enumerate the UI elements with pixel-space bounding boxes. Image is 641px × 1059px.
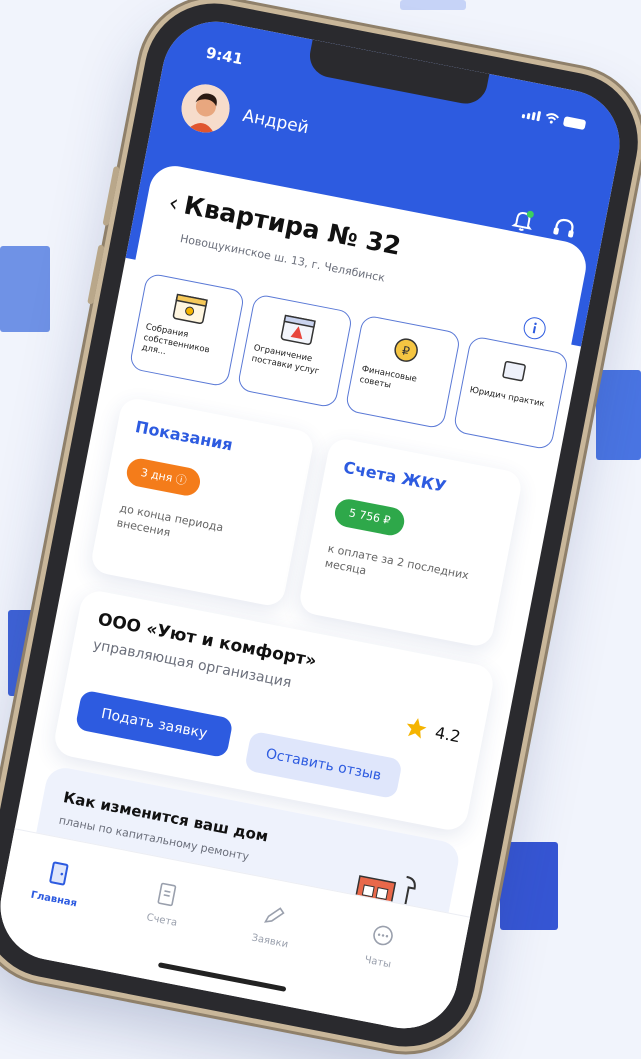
nav-home[interactable]: Главная xyxy=(14,853,101,912)
nav-bills[interactable]: Счета xyxy=(121,874,208,933)
nav-chats[interactable]: Чаты xyxy=(337,916,424,975)
law-icon xyxy=(502,360,526,382)
tile-service-limits[interactable]: Ограничение поставки услуг xyxy=(236,293,354,409)
info-icon[interactable] xyxy=(521,315,548,342)
clock-icon: ⓘ xyxy=(174,472,188,488)
tile-legal-practice[interactable]: Юридич практик xyxy=(452,335,570,451)
wifi-icon xyxy=(545,113,560,124)
bills-note: к оплате за 2 последних месяца xyxy=(323,541,470,583)
nav-label: Счета xyxy=(145,912,179,929)
tile-label: Собрания собственников для... xyxy=(140,322,211,358)
chevron-left-icon[interactable]: ‹ xyxy=(166,188,181,217)
tile-financial-tips[interactable]: ₽ Финансовые советы xyxy=(344,314,462,430)
tile-label: Юридич практик xyxy=(468,385,546,410)
nav-label: Чаты xyxy=(363,954,392,971)
tile-label: Ограничение поставки услуг xyxy=(250,343,320,377)
nav-label: Заявки xyxy=(250,932,290,951)
nav-label: Главная xyxy=(29,889,78,910)
tile-owners-meetings[interactable]: Собрания собственников для... xyxy=(128,272,246,388)
bg-square-top xyxy=(400,0,466,10)
bills-title: Счета ЖКУ xyxy=(341,457,448,497)
door-icon xyxy=(49,861,69,886)
chat-icon xyxy=(373,925,393,946)
bg-square-right xyxy=(596,370,641,460)
deadline-badge: 3 дня ⓘ xyxy=(124,456,203,499)
readings-title: Показания xyxy=(133,417,235,455)
nav-requests[interactable]: Заявки xyxy=(229,895,316,954)
pencil-icon xyxy=(263,907,285,923)
bills-card[interactable]: Счета ЖКУ 5 756 ₽ к оплате за 2 последни… xyxy=(297,436,524,649)
rating-value: 4.2 xyxy=(433,722,463,746)
bg-square-left xyxy=(0,246,50,332)
bg-square-bottom-right xyxy=(500,842,558,930)
leave-review-button[interactable]: Оставить отзыв xyxy=(244,730,403,800)
star-icon xyxy=(406,718,427,739)
readings-note: до конца периода внесения xyxy=(115,501,225,540)
receipt-icon xyxy=(157,882,177,907)
tile-label: Финансовые советы xyxy=(358,364,418,391)
calendar-sun-icon xyxy=(172,293,208,325)
avatar[interactable] xyxy=(177,80,234,137)
calendar-warning-icon xyxy=(280,314,316,345)
coin-icon: ₽ xyxy=(394,338,418,362)
readings-card[interactable]: Показания 3 дня ⓘ до конца периода внесе… xyxy=(89,395,316,609)
rating: 4.2 xyxy=(402,714,463,749)
submit-request-button[interactable]: Подать заявку xyxy=(74,689,234,759)
user-name[interactable]: Андрей xyxy=(241,106,310,138)
amount-badge: 5 756 ₽ xyxy=(332,496,407,538)
